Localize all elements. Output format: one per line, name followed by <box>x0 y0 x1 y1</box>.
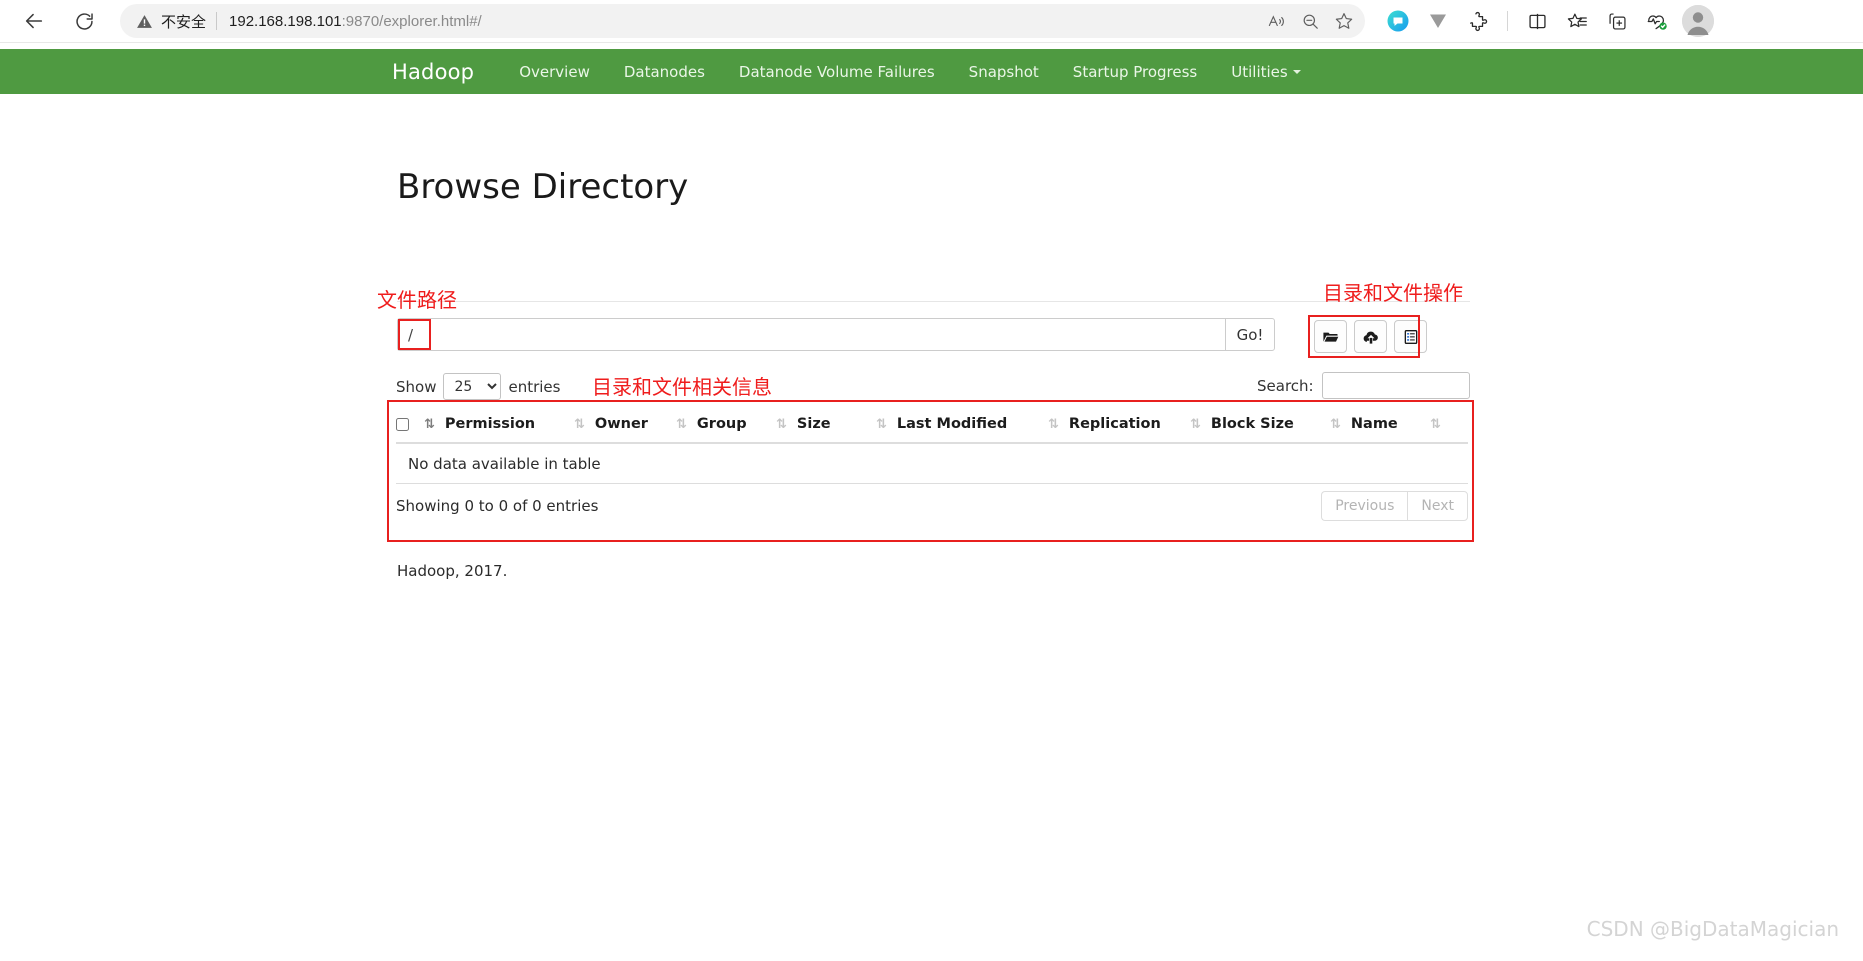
address-bar[interactable]: 不安全 192.168.198.101:9870/explorer.html#/ <box>120 4 1365 38</box>
path-input[interactable] <box>397 318 1225 351</box>
hadoop-brand[interactable]: Hadoop <box>392 60 474 84</box>
add-tab-icon[interactable] <box>1602 6 1632 36</box>
search-control: Search: <box>1257 372 1470 399</box>
search-label: Search: <box>1257 376 1314 395</box>
nav-item-datanodes[interactable]: Datanodes <box>607 63 722 81</box>
show-entries-control: Show 25 50 100 entries <box>396 373 560 400</box>
downloads-icon[interactable] <box>1423 6 1453 36</box>
favorite-star-icon[interactable] <box>1329 6 1359 36</box>
back-arrow-icon[interactable] <box>14 1 54 41</box>
annotation-file-path: 文件路径 <box>377 288 457 312</box>
collections-star-icon[interactable] <box>1562 6 1592 36</box>
annotation-box-operations <box>1308 315 1420 358</box>
security-status-label: 不安全 <box>161 12 207 31</box>
zoom-out-icon[interactable] <box>1295 6 1325 36</box>
watermark: CSDN @BigDataMagician <box>1586 917 1839 941</box>
url-path: :9870/explorer.html#/ <box>341 12 482 30</box>
profile-avatar[interactable] <box>1682 5 1714 37</box>
split-screen-icon[interactable] <box>1522 6 1552 36</box>
browser-toolbar: 不安全 192.168.198.101:9870/explorer.html#/ <box>0 0 1863 43</box>
hadoop-navbar: Hadoop Overview Datanodes Datanode Volum… <box>0 49 1863 94</box>
omnibox-divider <box>216 12 218 30</box>
page-footer: Hadoop, 2017. <box>397 562 508 580</box>
url-host: 192.168.198.101 <box>229 12 342 30</box>
not-secure-warning-icon <box>136 13 153 30</box>
omnibox-actions <box>1261 4 1359 38</box>
reload-icon[interactable] <box>64 1 104 41</box>
nav-item-snapshot[interactable]: Snapshot <box>952 63 1056 81</box>
path-form: Go! <box>397 318 1275 351</box>
search-input[interactable] <box>1321 372 1470 399</box>
entries-label: entries <box>508 377 561 396</box>
go-button[interactable]: Go! <box>1225 318 1275 351</box>
show-label: Show <box>396 377 437 396</box>
copilot-icon[interactable] <box>1383 6 1413 36</box>
annotation-box-table <box>387 400 1474 542</box>
page-size-select[interactable]: 25 50 100 <box>443 373 502 400</box>
extensions-icon[interactable] <box>1463 6 1493 36</box>
nav-item-utilities-label: Utilities <box>1231 62 1288 81</box>
chevron-down-icon <box>1292 70 1301 74</box>
nav-item-utilities[interactable]: Utilities <box>1214 63 1317 81</box>
performance-icon[interactable] <box>1642 6 1672 36</box>
browser-toolbar-actions <box>1383 5 1714 37</box>
content-divider <box>397 301 1470 302</box>
nav-item-datanode-volume-failures[interactable]: Datanode Volume Failures <box>722 63 952 81</box>
hadoop-nav-items: Overview Datanodes Datanode Volume Failu… <box>502 63 1318 81</box>
read-aloud-icon[interactable] <box>1261 6 1291 36</box>
url-text: 192.168.198.101:9870/explorer.html#/ <box>229 13 1359 30</box>
page-title: Browse Directory <box>397 166 689 207</box>
toolbar-divider <box>1507 11 1508 31</box>
annotation-table-info: 目录和文件相关信息 <box>592 375 772 399</box>
nav-item-startup-progress[interactable]: Startup Progress <box>1056 63 1214 81</box>
annotation-box-path <box>398 319 431 350</box>
annotation-directory-operations: 目录和文件操作 <box>1323 281 1463 305</box>
nav-item-overview[interactable]: Overview <box>502 63 607 81</box>
